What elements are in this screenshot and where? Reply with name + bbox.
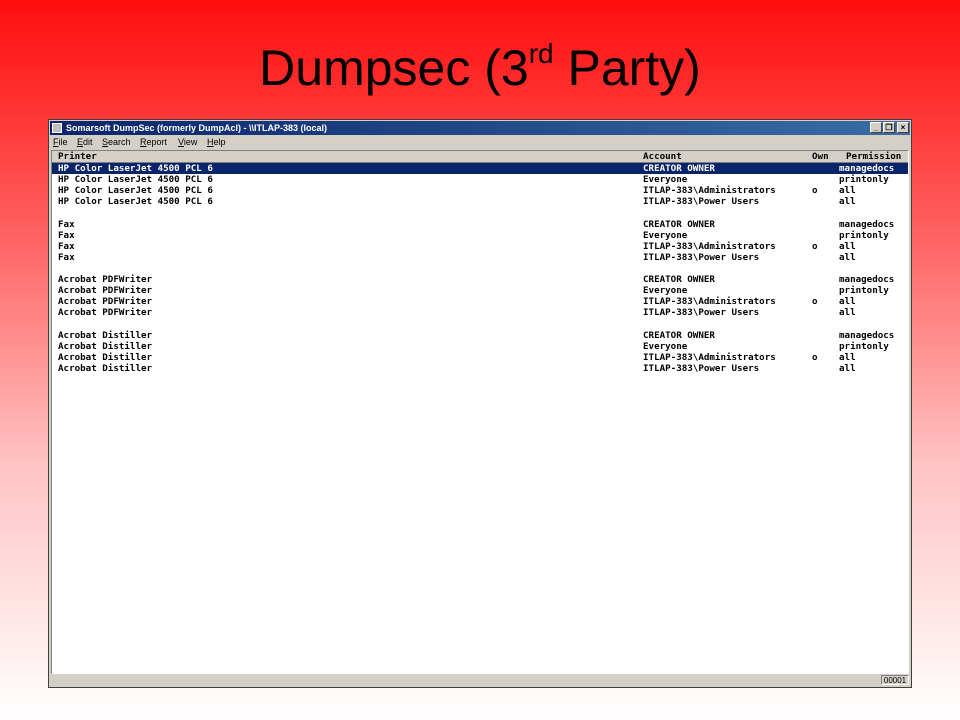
minimize-button[interactable]: _ xyxy=(870,122,882,133)
table-row[interactable]: Fax CREATOR OWNER managedocs xyxy=(52,219,908,230)
cell-printer: Acrobat Distiller xyxy=(58,329,153,341)
cell-permission: all xyxy=(839,362,856,374)
cell-permission: printonly xyxy=(839,340,889,352)
slide-title-end: Party) xyxy=(553,40,701,96)
cell-permission: printonly xyxy=(839,229,889,241)
cell-permission: managedocs xyxy=(839,163,895,174)
cell-account: Everyone xyxy=(643,340,688,352)
slide-title: Dumpsec (3rd Party) xyxy=(0,36,960,100)
column-header-account[interactable]: Account xyxy=(643,151,682,162)
table-row[interactable]: Acrobat Distiller ITLAP-383\Power Users al… xyxy=(52,363,908,374)
slide-title-superscript: rd xyxy=(528,38,554,69)
cell-permission: managedocs xyxy=(839,218,895,230)
cell-own: o xyxy=(812,351,818,363)
column-header-row: Printer Account Own Permission xyxy=(52,151,908,163)
table-row[interactable]: HP Color LaserJet 4500 PCL 6 ITLAP-383\Po… xyxy=(52,196,908,207)
cell-permission: all xyxy=(839,307,856,319)
cell-permission: all xyxy=(839,296,856,308)
menu-help[interactable]: Help xyxy=(207,135,226,150)
cell-printer: Fax xyxy=(58,240,75,252)
cell-account: Everyone xyxy=(643,229,688,241)
cell-permission: managedocs xyxy=(839,329,895,341)
cell-permission: all xyxy=(839,185,856,197)
table-row[interactable]: Fax Everyone printonly xyxy=(52,230,908,241)
cell-account: CREATOR OWNER xyxy=(643,329,715,341)
window-title: Somarsoft DumpSec (formerly DumpAcl) - \… xyxy=(66,123,328,133)
menu-bar: File Edit Search Report View Help xyxy=(50,135,910,150)
status-count: 00001 xyxy=(881,675,909,685)
cell-printer: Acrobat PDFWriter xyxy=(58,307,153,319)
table-row[interactable]: Acrobat PDFWriter ITLAP-383\Power Users al… xyxy=(52,307,908,318)
table-row[interactable]: HP Color LaserJet 4500 PCL 6 Everyone prin… xyxy=(52,174,908,185)
table-row[interactable]: HP Color LaserJet 4500 PCL 6 ITLAP-383\Ad… xyxy=(52,185,908,196)
menu-edit[interactable]: Edit xyxy=(77,135,93,150)
table-row[interactable]: Acrobat Distiller ITLAP-383\Administrator… xyxy=(52,352,908,363)
cell-printer: Acrobat Distiller xyxy=(58,351,153,363)
cell-printer: Fax xyxy=(58,251,75,263)
cell-account: Everyone xyxy=(643,285,688,297)
cell-account: ITLAP-383\Power Users xyxy=(643,251,760,263)
dumpsec-window: Somarsoft DumpSec (formerly DumpAcl) - \… xyxy=(48,119,912,688)
cell-printer: Fax xyxy=(58,229,75,241)
cell-printer: HP Color LaserJet 4500 PCL 6 xyxy=(58,185,213,197)
cell-permission: managedocs xyxy=(839,274,895,285)
restore-button[interactable]: ❐ xyxy=(883,122,895,133)
cell-permission: all xyxy=(839,240,856,252)
cell-account: ITLAP-383\Administrators xyxy=(643,351,776,363)
cell-account: CREATOR OWNER xyxy=(643,163,715,174)
cell-permission: all xyxy=(839,196,856,208)
table-row[interactable]: Fax ITLAP-383\Power Users all xyxy=(52,252,908,263)
cell-own: o xyxy=(812,185,818,197)
slide-title-main: Dumpsec (3 xyxy=(259,40,529,96)
table-row[interactable]: Acrobat Distiller Everyone printonly xyxy=(52,341,908,352)
column-header-permission[interactable]: Permission xyxy=(846,151,901,162)
menu-report[interactable]: Report xyxy=(140,135,167,150)
cell-printer: Acrobat Distiller xyxy=(58,340,153,352)
cell-account: CREATOR OWNER xyxy=(643,274,715,285)
cell-printer: Acrobat PDFWriter xyxy=(58,296,153,308)
cell-printer: HP Color LaserJet 4500 PCL 6 xyxy=(58,163,213,174)
cell-printer: Acrobat PDFWriter xyxy=(58,285,153,297)
menu-file[interactable]: File xyxy=(53,135,68,150)
column-header-own[interactable]: Own xyxy=(812,151,829,162)
cell-printer: Acrobat Distiller xyxy=(58,362,153,374)
window-titlebar[interactable]: Somarsoft DumpSec (formerly DumpAcl) - \… xyxy=(50,121,910,135)
cell-own: o xyxy=(812,296,818,308)
cell-permission: all xyxy=(839,251,856,263)
cell-permission: printonly xyxy=(839,285,889,297)
cell-account: ITLAP-383\Power Users xyxy=(643,307,760,319)
cell-account: ITLAP-383\Power Users xyxy=(643,362,760,374)
table-row[interactable]: HP Color LaserJet 4500 PCL 6 CREATOR OWNE… xyxy=(52,163,908,174)
close-button[interactable]: × xyxy=(897,122,909,133)
table-row[interactable]: Acrobat Distiller CREATOR OWNER managedocs xyxy=(52,330,908,341)
cell-account: ITLAP-383\Power Users xyxy=(643,196,760,208)
table-row[interactable]: Acrobat PDFWriter ITLAP-383\Administrator… xyxy=(52,296,908,307)
cell-account: ITLAP-383\Administrators xyxy=(643,240,776,252)
app-icon[interactable] xyxy=(52,123,62,133)
cell-printer: HP Color LaserJet 4500 PCL 6 xyxy=(58,196,213,208)
status-bar: 00001 xyxy=(50,674,910,686)
cell-permission: all xyxy=(839,351,856,363)
table-row[interactable]: Fax ITLAP-383\Administrators o all xyxy=(52,241,908,252)
menu-view[interactable]: View xyxy=(178,135,197,150)
cell-printer: HP Color LaserJet 4500 PCL 6 xyxy=(58,174,213,186)
cell-permission: printonly xyxy=(839,174,889,186)
menu-search[interactable]: Search xyxy=(102,135,131,150)
cell-account: Everyone xyxy=(643,174,688,186)
cell-account: CREATOR OWNER xyxy=(643,218,715,230)
cell-own: o xyxy=(812,240,818,252)
cell-printer: Fax xyxy=(58,218,75,230)
cell-account: ITLAP-383\Administrators xyxy=(643,296,776,308)
cell-printer: Acrobat PDFWriter xyxy=(58,274,153,285)
table-row[interactable]: Acrobat PDFWriter CREATOR OWNER managedocs xyxy=(52,274,908,285)
column-header-printer[interactable]: Printer xyxy=(58,151,97,162)
report-list[interactable]: Printer Account Own Permission HP Color … xyxy=(51,150,909,674)
cell-account: ITLAP-383\Administrators xyxy=(643,185,776,197)
table-row[interactable]: Acrobat PDFWriter Everyone printonly xyxy=(52,285,908,296)
